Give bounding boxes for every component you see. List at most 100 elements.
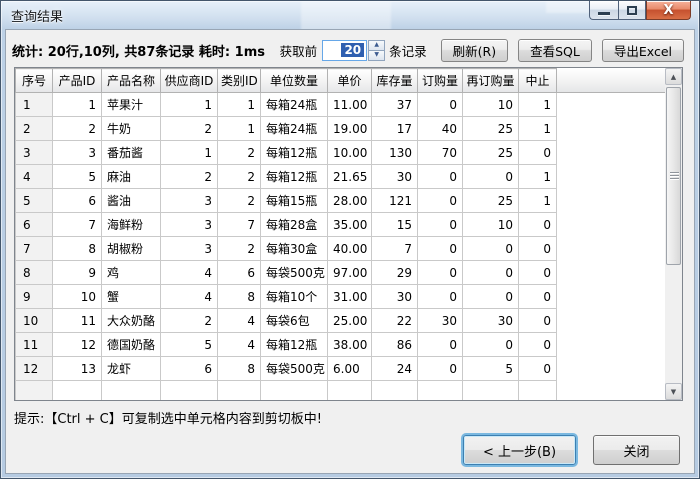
- data-cell[interactable]: [418, 381, 463, 402]
- column-header-10[interactable]: 中止: [519, 69, 557, 93]
- data-cell[interactable]: 0: [418, 237, 463, 261]
- data-cell[interactable]: 0: [519, 213, 557, 237]
- data-cell[interactable]: [16, 381, 53, 402]
- data-cell[interactable]: 0: [418, 333, 463, 357]
- data-cell[interactable]: 38.00: [328, 333, 372, 357]
- row-number-cell[interactable]: 11: [16, 333, 53, 357]
- close-button[interactable]: X: [646, 1, 691, 20]
- data-cell[interactable]: 0: [418, 357, 463, 381]
- row-number-cell[interactable]: 10: [16, 309, 53, 333]
- data-cell[interactable]: 4: [218, 309, 261, 333]
- data-cell[interactable]: 3: [161, 189, 218, 213]
- column-header-3[interactable]: 供应商ID: [161, 69, 218, 93]
- maximize-button[interactable]: [618, 1, 646, 20]
- data-cell[interactable]: 德国奶酪: [102, 333, 161, 357]
- row-number-cell[interactable]: 9: [16, 285, 53, 309]
- column-header-8[interactable]: 订购量: [418, 69, 463, 93]
- data-cell[interactable]: 24: [372, 357, 418, 381]
- data-cell[interactable]: [328, 381, 372, 402]
- data-cell[interactable]: 7: [53, 213, 102, 237]
- refresh-button[interactable]: 刷新(R): [441, 39, 508, 62]
- fetch-count-input[interactable]: 20: [322, 40, 367, 61]
- data-cell[interactable]: 8: [218, 285, 261, 309]
- data-cell[interactable]: 3: [161, 213, 218, 237]
- data-cell[interactable]: 2: [161, 117, 218, 141]
- data-cell[interactable]: 0: [418, 93, 463, 117]
- data-cell[interactable]: 0: [519, 237, 557, 261]
- data-cell[interactable]: 苹果汁: [102, 93, 161, 117]
- data-cell[interactable]: 1: [218, 93, 261, 117]
- data-cell[interactable]: 每袋6包: [261, 309, 328, 333]
- data-cell[interactable]: 0: [418, 189, 463, 213]
- data-cell[interactable]: 70: [418, 141, 463, 165]
- data-cell[interactable]: 0: [463, 165, 519, 189]
- data-cell[interactable]: 每箱12瓶: [261, 165, 328, 189]
- data-cell[interactable]: 每箱10个: [261, 285, 328, 309]
- scroll-up-button[interactable]: ▲: [665, 68, 682, 85]
- data-cell[interactable]: 10: [53, 285, 102, 309]
- data-cell[interactable]: 每袋500克: [261, 261, 328, 285]
- data-cell[interactable]: 25.00: [328, 309, 372, 333]
- data-cell[interactable]: 28.00: [328, 189, 372, 213]
- data-cell[interactable]: 0: [519, 357, 557, 381]
- data-cell[interactable]: 12: [53, 333, 102, 357]
- data-cell[interactable]: 2: [218, 165, 261, 189]
- data-cell[interactable]: 4: [161, 285, 218, 309]
- data-cell[interactable]: 0: [418, 213, 463, 237]
- data-cell[interactable]: 酱油: [102, 189, 161, 213]
- data-cell[interactable]: 86: [372, 333, 418, 357]
- data-cell[interactable]: 鸡: [102, 261, 161, 285]
- data-cell[interactable]: 0: [463, 237, 519, 261]
- data-cell[interactable]: 10.00: [328, 141, 372, 165]
- data-cell[interactable]: 0: [463, 333, 519, 357]
- row-number-cell[interactable]: 8: [16, 261, 53, 285]
- data-cell[interactable]: 胡椒粉: [102, 237, 161, 261]
- data-cell[interactable]: [161, 381, 218, 402]
- row-number-cell[interactable]: 5: [16, 189, 53, 213]
- data-cell[interactable]: 2: [218, 189, 261, 213]
- data-cell[interactable]: [372, 381, 418, 402]
- scrollbar-thumb[interactable]: [666, 87, 681, 265]
- data-cell[interactable]: 1: [218, 117, 261, 141]
- data-cell[interactable]: 每箱12瓶: [261, 333, 328, 357]
- scroll-down-button[interactable]: ▼: [665, 383, 682, 400]
- data-cell[interactable]: 11: [53, 309, 102, 333]
- close-dialog-button[interactable]: 关闭: [593, 435, 680, 465]
- data-cell[interactable]: 龙虾: [102, 357, 161, 381]
- data-cell[interactable]: 每箱24瓶: [261, 117, 328, 141]
- data-cell[interactable]: 1: [519, 165, 557, 189]
- data-cell[interactable]: 121: [372, 189, 418, 213]
- data-cell[interactable]: 1: [161, 93, 218, 117]
- data-cell[interactable]: 蟹: [102, 285, 161, 309]
- data-cell[interactable]: 0: [519, 309, 557, 333]
- column-header-7[interactable]: 库存量: [372, 69, 418, 93]
- column-header-4[interactable]: 类别ID: [218, 69, 261, 93]
- export-excel-button[interactable]: 导出Excel: [602, 39, 684, 62]
- data-cell[interactable]: 0: [418, 165, 463, 189]
- data-cell[interactable]: 0: [463, 261, 519, 285]
- data-cell[interactable]: 9: [53, 261, 102, 285]
- data-cell[interactable]: 30: [418, 309, 463, 333]
- data-cell[interactable]: 6: [53, 189, 102, 213]
- row-number-cell[interactable]: 4: [16, 165, 53, 189]
- data-cell[interactable]: [53, 381, 102, 402]
- data-cell[interactable]: [218, 381, 261, 402]
- data-cell[interactable]: 37: [372, 93, 418, 117]
- data-cell[interactable]: 2: [53, 117, 102, 141]
- data-cell[interactable]: 6: [161, 357, 218, 381]
- previous-step-button[interactable]: < 上一步(B): [463, 435, 576, 465]
- data-cell[interactable]: 1: [53, 93, 102, 117]
- data-cell[interactable]: 牛奶: [102, 117, 161, 141]
- data-cell[interactable]: 2: [161, 309, 218, 333]
- data-cell[interactable]: 8: [53, 237, 102, 261]
- data-cell[interactable]: 31.00: [328, 285, 372, 309]
- data-cell[interactable]: 30: [372, 165, 418, 189]
- data-cell[interactable]: 1: [519, 189, 557, 213]
- data-cell[interactable]: [463, 381, 519, 402]
- column-header-5[interactable]: 单位数量: [261, 69, 328, 93]
- view-sql-button[interactable]: 查看SQL: [518, 39, 592, 62]
- data-cell[interactable]: 2: [218, 237, 261, 261]
- data-cell[interactable]: 1: [519, 93, 557, 117]
- data-cell[interactable]: 0: [463, 285, 519, 309]
- data-cell[interactable]: 每箱30盒: [261, 237, 328, 261]
